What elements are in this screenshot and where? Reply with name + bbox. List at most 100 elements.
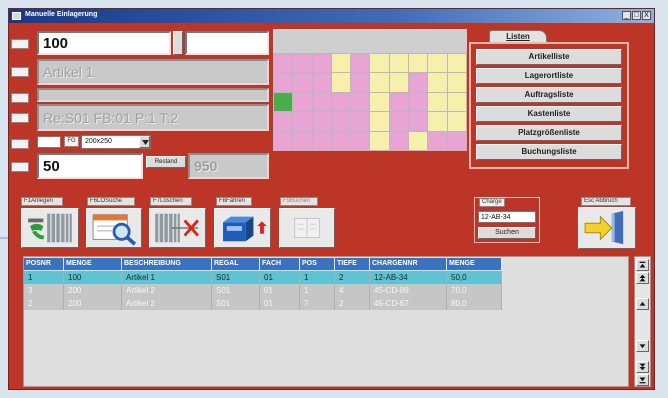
slot-cell[interactable] [409,92,428,112]
slot-cell[interactable] [274,92,293,112]
table-cell: Artikel 2 [122,284,212,297]
article-list-button[interactable]: Artikelliste [476,49,622,65]
lookup-button[interactable] [173,31,183,55]
slot-cell[interactable] [293,92,312,112]
charge-input[interactable] [478,211,536,223]
slot-cell[interactable] [331,92,351,112]
table-header-cell[interactable]: CHARGENNR [370,258,447,270]
slot-cell[interactable] [447,54,466,73]
chevron-down-icon[interactable] [139,136,150,148]
slot-cell[interactable] [389,92,409,112]
slot-cell[interactable] [370,54,389,73]
slot-cell[interactable] [312,73,331,92]
scroll-bottom-button[interactable] [636,374,649,386]
minimize-button[interactable]: _ [622,11,631,20]
slot-cell[interactable] [312,112,331,131]
box-list-button[interactable]: Kastenliste [476,106,622,122]
slot-cell[interactable] [351,54,370,73]
table-header-cell[interactable]: POSNR [24,258,64,270]
slot-cell[interactable] [274,54,293,73]
search-lo-button[interactable] [86,208,142,248]
slot-cell[interactable] [370,112,389,131]
charge-search-button[interactable]: Suchen [478,227,536,239]
slot-cell[interactable] [293,54,312,73]
slot-cell[interactable] [274,131,293,150]
table-header-cell[interactable]: BESCHREIBUNG [122,258,212,270]
slot-cell[interactable] [428,92,447,112]
location-list-button[interactable]: Lagerortliste [476,68,622,84]
slot-cell[interactable] [293,131,312,150]
scroll-down-button[interactable] [636,340,649,352]
slot-cell[interactable] [409,73,428,92]
slot-cell[interactable] [293,73,312,92]
slot-cell[interactable] [312,54,331,73]
slot-cell[interactable] [409,54,428,73]
table-scrollbar[interactable] [634,256,651,387]
slot-cell[interactable] [428,131,447,150]
scroll-top-button[interactable] [636,259,649,271]
article-field [37,59,269,85]
slot-cell[interactable] [447,112,466,131]
table-header-cell[interactable]: POS [300,258,335,270]
slot-cell[interactable] [370,131,389,150]
slot-cell[interactable] [351,92,370,112]
order-list-button[interactable]: Auftragsliste [476,87,622,103]
storage-place-extra-input[interactable] [185,31,269,55]
table-row[interactable]: 1 100 Artikel 1 S01 01 1 2 12-AB-34 50,0 [24,271,502,284]
slot-cell[interactable] [409,112,428,131]
restand-button[interactable]: Restand [146,156,186,168]
slot-cell[interactable] [351,73,370,92]
slot-cell[interactable] [389,73,409,92]
table-header-cell[interactable]: FACH [260,258,300,270]
scroll-up-button[interactable] [636,298,649,310]
page-down-button[interactable] [636,361,649,373]
slot-cell[interactable] [389,131,409,150]
slot-cell[interactable] [331,54,351,73]
slot-cell[interactable] [409,131,428,150]
slot-cell[interactable] [389,112,409,131]
slot-cell[interactable] [331,73,351,92]
slot-size-list-button[interactable]: Platzgrößenliste [476,125,622,141]
slot-cell[interactable] [389,54,409,73]
manual-storage-window: Manuelle Einlagerung _ □ X FG 200x250 Re… [8,8,655,390]
size-select[interactable]: 200x250 [81,135,151,149]
storage-place-input[interactable] [37,31,171,55]
table-header-cell[interactable]: TIEFE [335,258,370,270]
slot-cell[interactable] [312,92,331,112]
table-header-cell[interactable]: MENGE [64,258,122,270]
slot-cell[interactable] [428,112,447,131]
slot-cell[interactable] [428,54,447,73]
slot-cell[interactable] [274,112,293,131]
slot-cell[interactable] [428,73,447,92]
table-header-cell[interactable]: MENGE [447,258,502,270]
table-header-cell[interactable]: REGAL [212,258,260,270]
slot-cell[interactable] [370,92,389,112]
slot-cell[interactable] [351,131,370,150]
slot-cell[interactable] [351,112,370,131]
delete-storage-icon [155,213,199,243]
slot-cell[interactable] [447,73,466,92]
create-button[interactable] [21,208,79,248]
slot-cell[interactable] [331,131,351,150]
page-up-button[interactable] [636,272,649,284]
slot-cell[interactable] [331,112,351,131]
drive-button[interactable] [214,208,271,248]
slot-cell[interactable] [447,131,466,150]
slot-cell[interactable] [293,112,312,131]
title-bar[interactable]: Manuelle Einlagerung _ □ X [9,9,654,23]
table-row[interactable]: 2 200 Artikel 2 S01 01 7 2 45-CD-67 80,0 [24,297,502,310]
slot-cell[interactable] [370,73,389,92]
table-row[interactable]: 3 200 Artikel 2 S01 01 1 4 45-CD-89 70,0 [24,284,502,297]
drive-machine-icon [223,216,267,242]
book-button[interactable] [279,208,335,248]
maximize-button[interactable]: □ [632,11,641,20]
slot-cell[interactable] [274,73,293,92]
cancel-button[interactable] [578,207,636,249]
quantity-input[interactable] [37,153,143,179]
close-button[interactable]: X [642,11,651,20]
delete-button[interactable] [149,208,206,248]
small-input[interactable] [37,136,61,148]
slot-cell[interactable] [312,131,331,150]
slot-cell[interactable] [447,92,466,112]
booking-list-button[interactable]: Buchungsliste [476,144,622,160]
